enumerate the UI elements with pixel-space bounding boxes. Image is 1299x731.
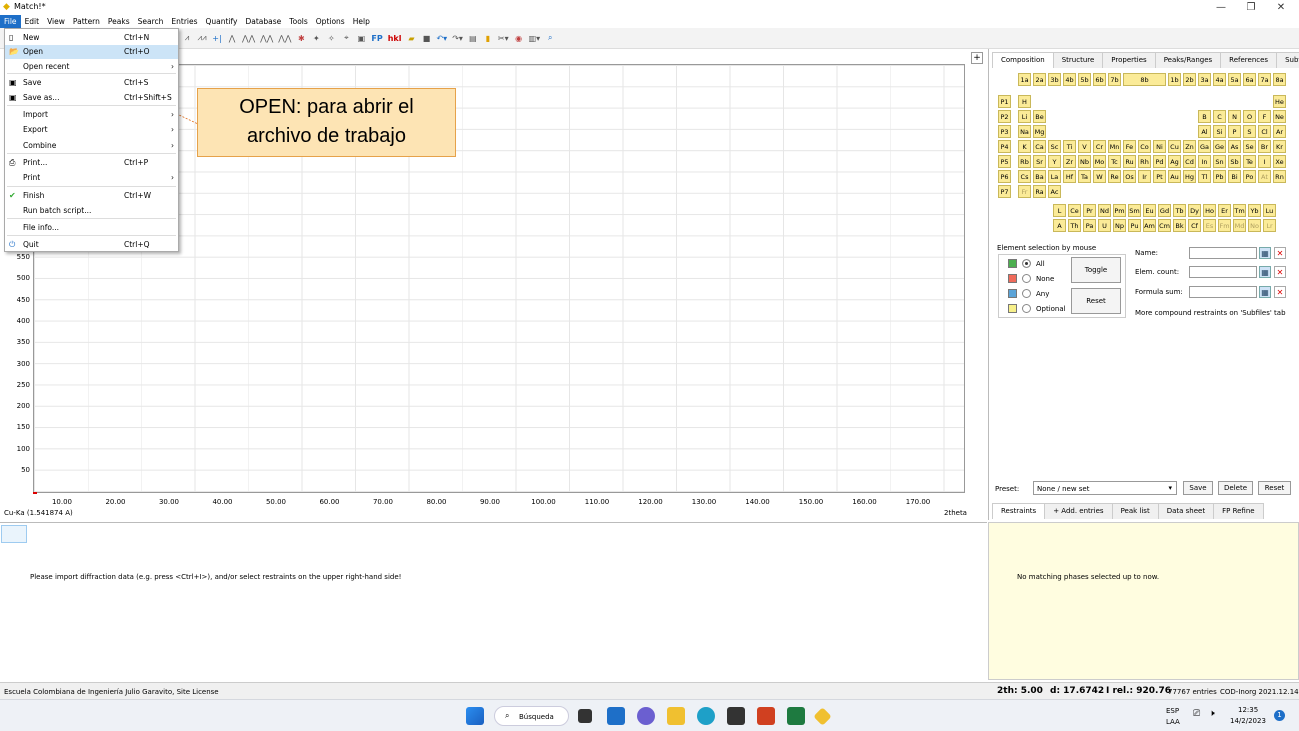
menu-item-shortcut: Ctrl+P xyxy=(124,158,149,167)
menu-item-label: Print xyxy=(23,173,41,182)
file-menu-print[interactable]: ⎙ Print... Ctrl+P xyxy=(5,156,178,170)
file-menu-import[interactable]: Import › xyxy=(5,108,178,122)
file-menu-print[interactable]: Print › xyxy=(5,171,178,185)
save-as-icon: ▣ xyxy=(9,93,17,102)
file-menu-finish[interactable]: ✔ Finish Ctrl+W xyxy=(5,189,178,203)
menu-item-label: Combine xyxy=(23,141,57,150)
checkmark-icon: ✔ xyxy=(9,191,16,200)
file-menu-save[interactable]: ▣ Save Ctrl+S xyxy=(5,76,178,90)
file-menu: ▯ New Ctrl+N 📂 Open Ctrl+O Open recent › ▣ Save Ct… xyxy=(4,28,179,252)
menu-item-label: Quit xyxy=(23,240,39,249)
menu-item-label: New xyxy=(23,33,40,42)
menu-separator xyxy=(7,153,176,154)
menu-item-label: File info... xyxy=(23,223,60,232)
submenu-arrow-icon: › xyxy=(171,173,174,182)
file-menu-quit[interactable]: ⏻ Quit Ctrl+Q xyxy=(5,238,178,252)
menu-item-label: Open xyxy=(23,47,44,56)
file-menu-export[interactable]: Export › xyxy=(5,123,178,137)
menu-separator xyxy=(7,186,176,187)
menu-item-shortcut: Ctrl+N xyxy=(124,33,150,42)
menu-item-shortcut: Ctrl+S xyxy=(124,78,149,87)
submenu-arrow-icon: › xyxy=(171,62,174,71)
menu-item-label: Save xyxy=(23,78,42,87)
quit-icon: ⏻ xyxy=(9,240,16,249)
callout-line2: archivo de trabajo xyxy=(247,125,406,147)
menu-item-label: Finish xyxy=(23,191,45,200)
submenu-arrow-icon: › xyxy=(171,125,174,134)
new-file-icon: ▯ xyxy=(9,33,14,42)
menu-separator xyxy=(7,235,176,236)
menu-separator xyxy=(7,218,176,219)
save-icon: ▣ xyxy=(9,78,17,87)
file-menu-file-info[interactable]: File info... xyxy=(5,221,178,235)
open-folder-icon: 📂 xyxy=(9,47,19,56)
menu-item-shortcut: Ctrl+Shift+S xyxy=(124,93,172,102)
file-menu-new[interactable]: ▯ New Ctrl+N xyxy=(5,31,178,45)
menu-item-label: Save as... xyxy=(23,93,60,102)
submenu-arrow-icon: › xyxy=(171,141,174,150)
file-menu-save-as[interactable]: ▣ Save as... Ctrl+Shift+S xyxy=(5,91,178,105)
annotation-callout: OPEN: para abrir el archivo de trabajo xyxy=(197,88,456,157)
callout-arrow xyxy=(49,52,201,126)
menu-separator xyxy=(7,105,176,106)
file-menu-run-batch-script[interactable]: Run batch script... xyxy=(5,204,178,218)
file-menu-combine[interactable]: Combine › xyxy=(5,139,178,153)
printer-icon: ⎙ xyxy=(9,158,16,167)
file-menu-open-recent[interactable]: Open recent › xyxy=(5,60,178,74)
submenu-arrow-icon: › xyxy=(171,110,174,119)
menu-item-label: Import xyxy=(23,110,48,119)
file-menu-open[interactable]: 📂 Open Ctrl+O xyxy=(5,45,178,59)
menu-item-label: Run batch script... xyxy=(23,206,92,215)
callout-line1: OPEN: para abrir el xyxy=(239,96,414,118)
menu-item-label: Export xyxy=(23,125,48,134)
menu-item-label: Print... xyxy=(23,158,48,167)
menu-item-shortcut: Ctrl+O xyxy=(124,47,150,56)
menu-item-shortcut: Ctrl+Q xyxy=(124,240,150,249)
menu-item-shortcut: Ctrl+W xyxy=(124,191,152,200)
menu-item-label: Open recent xyxy=(23,62,70,71)
